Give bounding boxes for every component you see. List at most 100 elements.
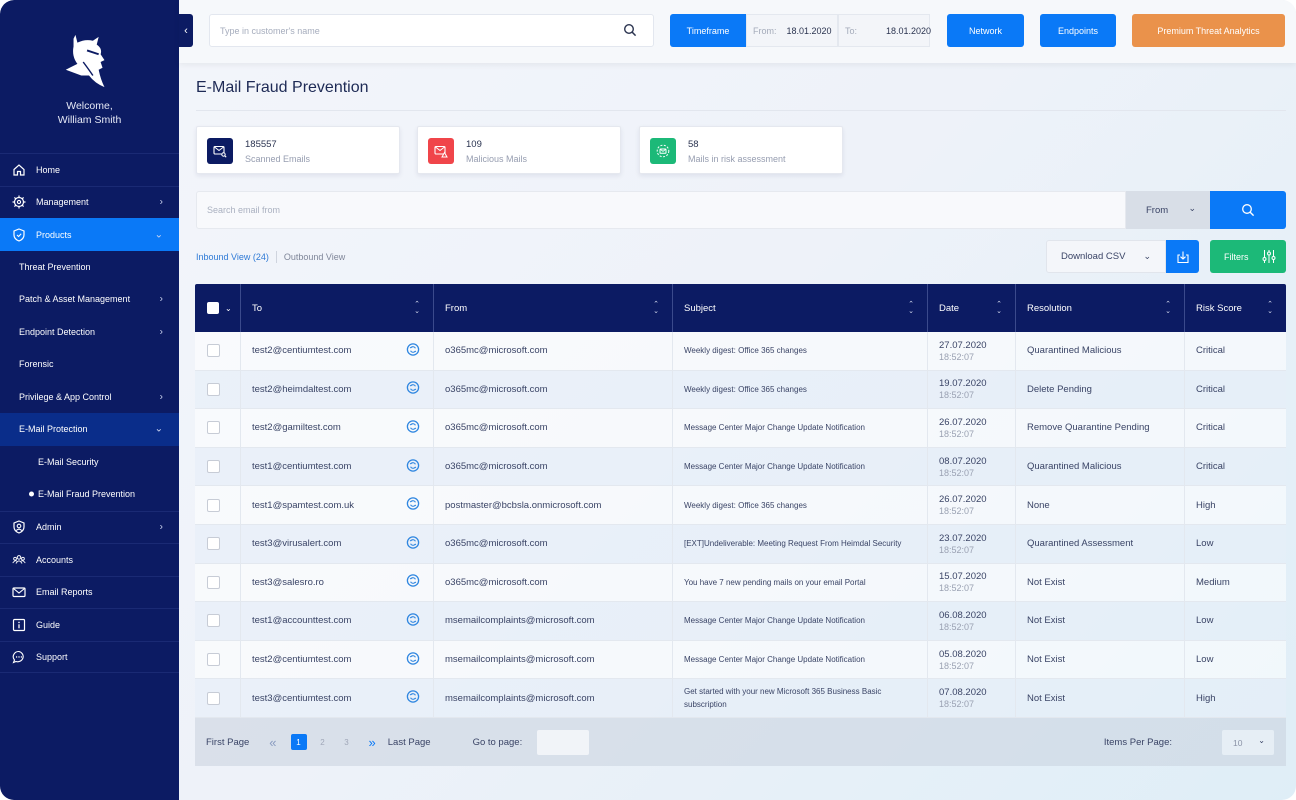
sidebar-item-threat-prevention[interactable]: Threat Prevention: [0, 251, 179, 284]
sort-icon[interactable]: ⌃ ⌄: [413, 300, 421, 316]
premium-threat-analytics-button[interactable]: Premium Threat Analytics: [1132, 14, 1285, 47]
sort-icon[interactable]: ⌃ ⌄: [907, 300, 915, 316]
row-checkbox[interactable]: [207, 691, 220, 705]
table-row[interactable]: test3@virusalert.com o365mc@microsoft.com…: [195, 524, 1286, 564]
go-to-page-input[interactable]: [537, 729, 590, 755]
table-row[interactable]: test2@heimdaltest.com o365mc@microsoft.co…: [195, 370, 1286, 410]
page-button[interactable]: 1: [290, 734, 307, 750]
tab-outbound-view[interactable]: Outbound View: [284, 252, 345, 262]
last-page-link[interactable]: Last Page: [388, 737, 431, 748]
email-search-button[interactable]: [1210, 191, 1286, 229]
sidebar-item-management[interactable]: Management ›: [0, 185, 179, 219]
sync-icon[interactable]: [406, 458, 420, 475]
double-chevron-right-icon[interactable]: »: [369, 735, 376, 750]
table-row[interactable]: test1@centiumtest.com o365mc@microsoft.co…: [195, 447, 1286, 487]
sidebar-item-admin[interactable]: Admin ›: [0, 510, 179, 544]
sidebar-item-privilege-app-control[interactable]: Privilege & App Control ›: [0, 381, 179, 414]
page-button[interactable]: 2: [315, 734, 331, 750]
column-header-date[interactable]: Date ⌃ ⌄: [928, 284, 1016, 332]
sync-icon[interactable]: [406, 651, 420, 668]
sync-icon[interactable]: [406, 612, 420, 629]
column-header-risk-score[interactable]: Risk Score ⌃ ⌄: [1185, 284, 1286, 332]
subject-text: Message Center Major Change Update Notif…: [684, 655, 865, 665]
network-button[interactable]: Network: [947, 14, 1024, 47]
shield-icon: [12, 228, 26, 242]
to-date-value: 18.01.2020: [886, 25, 932, 36]
row-checkbox[interactable]: [207, 498, 220, 512]
row-checkbox[interactable]: [207, 575, 220, 589]
sidebar-item-email-protection[interactable]: E-Mail Protection ⌄: [0, 413, 179, 446]
sidebar-item-patch-asset-management[interactable]: Patch & Asset Management ›: [0, 283, 179, 316]
from-date-field[interactable]: From: 18.01.2020: [746, 14, 838, 47]
view-tabs: Inbound View (24) Outbound View: [196, 251, 345, 263]
items-per-page-value: 10: [1233, 737, 1243, 748]
sync-icon[interactable]: [406, 497, 420, 514]
sync-icon[interactable]: [406, 690, 420, 707]
collapse-sidebar-button[interactable]: ‹: [179, 14, 193, 47]
email-search-input[interactable]: Search email from: [196, 191, 1126, 229]
column-header-subject[interactable]: Subject ⌃ ⌄: [673, 284, 928, 332]
sort-icon[interactable]: ⌃ ⌄: [995, 300, 1003, 316]
stat-value: 185557: [245, 139, 277, 150]
table-row[interactable]: test3@salesro.ro o365mc@microsoft.com You …: [195, 563, 1286, 603]
page-button[interactable]: 3: [339, 734, 355, 750]
sidebar-item-accounts[interactable]: Accounts: [0, 543, 179, 576]
row-select-cell: [195, 486, 241, 524]
table-row[interactable]: test1@spamtest.com.uk postmaster@bcbsla.o…: [195, 486, 1286, 525]
resolution-cell: Not Exist: [1016, 563, 1185, 602]
table-row[interactable]: test2@centiumtest.com msemailcomplaints@m…: [195, 640, 1286, 680]
tab-inbound-view[interactable]: Inbound View (24): [196, 252, 269, 262]
items-per-page-select[interactable]: 10 ⌄: [1222, 730, 1274, 755]
sidebar-item-guide[interactable]: Guide: [0, 608, 179, 641]
sort-icon[interactable]: ⌃ ⌄: [652, 300, 660, 316]
sort-icon[interactable]: ⌃ ⌄: [1164, 300, 1172, 316]
sidebar-item-home[interactable]: Home: [0, 153, 179, 186]
risk-score-cell: High: [1185, 679, 1286, 717]
from-cell: o365mc@microsoft.com: [434, 409, 673, 447]
sidebar-item-email-reports[interactable]: Email Reports: [0, 575, 179, 609]
table-row[interactable]: test2@gamiltest.com o365mc@microsoft.com M…: [195, 409, 1286, 448]
double-chevron-left-icon[interactable]: «: [269, 735, 276, 750]
select-all-checkbox[interactable]: [207, 302, 219, 314]
sync-icon[interactable]: [406, 419, 420, 436]
row-checkbox[interactable]: [207, 460, 220, 474]
row-checkbox[interactable]: [207, 421, 220, 435]
to-date-field[interactable]: To: 18.01.2020: [838, 14, 932, 47]
search-field-select[interactable]: From ⌄: [1126, 191, 1210, 229]
row-checkbox[interactable]: [207, 614, 220, 628]
column-header-resolution[interactable]: Resolution ⌃ ⌄: [1016, 284, 1185, 332]
sync-icon[interactable]: [406, 342, 420, 359]
sync-icon[interactable]: [406, 535, 420, 552]
table-row[interactable]: test3@centiumtest.com msemailcomplaints@m…: [195, 679, 1286, 718]
table-row[interactable]: test2@centiumtest.com o365mc@microsoft.co…: [195, 332, 1286, 371]
table-row[interactable]: test1@accounttest.com msemailcomplaints@m…: [195, 602, 1286, 641]
sidebar-item-products[interactable]: Products ⌄: [0, 218, 179, 251]
row-checkbox[interactable]: [207, 382, 220, 396]
download-icon: [1176, 251, 1189, 263]
row-checkbox[interactable]: [207, 537, 220, 551]
sidebar-item-support[interactable]: Support: [0, 640, 179, 673]
customer-search-input[interactable]: Type in customer's name: [209, 14, 654, 47]
endpoints-button[interactable]: Endpoints: [1040, 14, 1116, 47]
sidebar-item-email-fraud-prevention[interactable]: E-Mail Fraud Prevention: [0, 478, 179, 511]
sidebar-item-forensic[interactable]: Forensic: [0, 348, 179, 381]
filters-button[interactable]: Filters: [1210, 240, 1286, 273]
sidebar-item-endpoint-detection[interactable]: Endpoint Detection ›: [0, 316, 179, 349]
sync-icon[interactable]: [406, 574, 420, 591]
column-header-from[interactable]: From ⌃ ⌄: [434, 284, 673, 332]
column-header-to[interactable]: To ⌃ ⌄: [241, 284, 434, 332]
risk-score-value: Low: [1196, 654, 1214, 666]
sync-icon[interactable]: [406, 381, 420, 398]
chevron-down-icon[interactable]: ⌄: [225, 304, 232, 313]
search-icon[interactable]: [623, 23, 637, 37]
row-checkbox[interactable]: [207, 653, 220, 667]
date-value: 15.07.2020: [939, 571, 987, 583]
sort-icon[interactable]: ⌃ ⌄: [1266, 300, 1274, 316]
download-button[interactable]: [1166, 240, 1199, 273]
sidebar-item-email-security[interactable]: E-Mail Security: [0, 446, 179, 479]
row-checkbox[interactable]: [207, 344, 220, 358]
sidebar-item-label: E-Mail Security: [38, 456, 99, 467]
first-page-link[interactable]: First Page: [206, 737, 249, 748]
timeframe-button[interactable]: Timeframe: [670, 14, 746, 47]
download-csv-select[interactable]: Download CSV ⌄: [1046, 240, 1166, 273]
